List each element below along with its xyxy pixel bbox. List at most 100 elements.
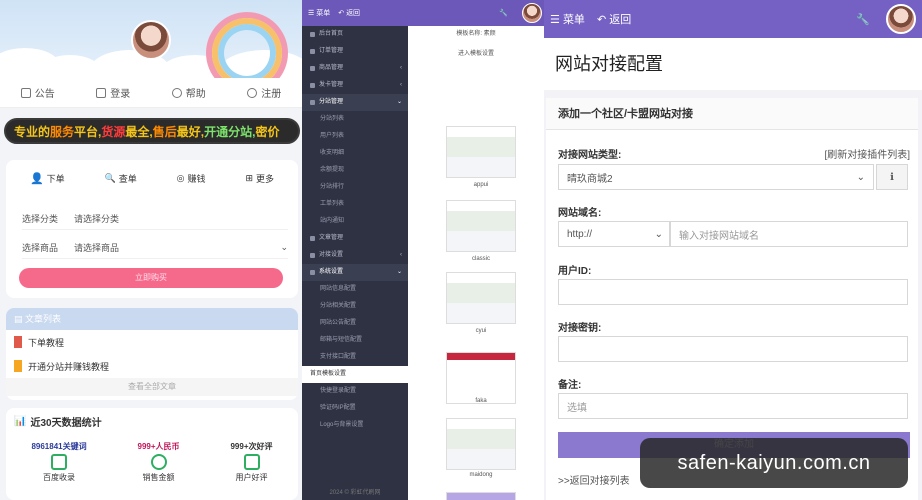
article-marker-icon xyxy=(14,360,22,372)
sidebar-item[interactable]: 网站信息配置 xyxy=(302,281,408,298)
back-button[interactable]: ↶ 返回 xyxy=(597,11,631,27)
sidebar-item[interactable]: 余额提现 xyxy=(302,162,408,179)
view-all-articles-link[interactable]: 查看全部文章 xyxy=(6,378,298,396)
template-thumbnail[interactable] xyxy=(446,126,516,178)
sidebar-item[interactable]: 订单管理 xyxy=(302,43,408,60)
sidebar-item[interactable]: Logo与背景设置 xyxy=(302,417,408,434)
sidebar-item[interactable]: 验证码IP配置 xyxy=(302,400,408,417)
key-input[interactable] xyxy=(558,336,908,362)
domain-input[interactable]: 输入对接网站域名 xyxy=(670,221,908,247)
sidebar-item[interactable]: 邮箱与短信配置 xyxy=(302,332,408,349)
sidebar-item[interactable]: 商品管理 ‹ xyxy=(302,60,408,77)
nav-login[interactable]: 登录 xyxy=(96,85,130,100)
menu-button[interactable]: ☰ 菜单 xyxy=(308,8,330,18)
sidebar-item[interactable]: 用户列表 xyxy=(302,128,408,145)
menu-icon: ☰ xyxy=(550,14,560,26)
sidebar-item[interactable]: 发卡管理 ‹ xyxy=(302,77,408,94)
tab-more[interactable]: ⊞ 更多 xyxy=(245,172,274,185)
grid-icon: ⊞ xyxy=(245,173,253,183)
menu-icon: ☰ xyxy=(308,10,315,17)
sidebar-item[interactable]: 分站管理 ⌄ xyxy=(302,94,408,111)
sidebar-item-label: 验证码IP配置 xyxy=(320,405,356,411)
sidebar-item[interactable]: 对接设置 ‹ xyxy=(302,247,408,264)
tab-earn[interactable]: ◎ 赚钱 xyxy=(177,172,206,185)
sidebar-item-label: 网站信息配置 xyxy=(320,286,357,292)
chevron-down-icon: ⌄ xyxy=(856,171,865,183)
sidebar-item[interactable]: 文章管理 xyxy=(302,230,408,247)
refresh-plugins-link[interactable]: [刷新对接插件列表] xyxy=(824,146,910,161)
sidebar-item[interactable]: 分站相关配置 xyxy=(302,298,408,315)
sidebar-item[interactable]: 网站公告配置 xyxy=(302,315,408,332)
nav-register[interactable]: 注册 xyxy=(247,85,281,100)
template-thumbnail[interactable] xyxy=(446,352,516,404)
admin-avatar[interactable] xyxy=(522,3,542,23)
user-id-input[interactable] xyxy=(558,279,908,305)
buy-now-button[interactable]: 立即购买 xyxy=(19,268,283,288)
sidebar-item-label: Logo与背景设置 xyxy=(320,422,364,428)
enter-template-settings-link[interactable]: 进入模板设置 xyxy=(408,48,544,57)
sidebar-item[interactable]: 收支明细 xyxy=(302,145,408,162)
protocol-select[interactable]: http:// ⌄ xyxy=(558,221,670,247)
sidebar-item-label: 订单管理 xyxy=(319,48,344,54)
tab-order[interactable]: 👤 下单 xyxy=(30,172,65,185)
sidebar-item[interactable]: 分站排行 xyxy=(302,179,408,196)
stat-item: 8961841关键词 百度收录 xyxy=(31,442,87,482)
back-icon: ↶ xyxy=(596,14,607,26)
stats-title: 📊 近30天数据统计 xyxy=(14,416,102,429)
template-thumbnail[interactable] xyxy=(446,492,516,500)
info-button[interactable]: ℹ xyxy=(876,164,908,190)
template-label: maidong xyxy=(469,472,493,478)
chevron-icon: ‹ xyxy=(400,252,402,258)
sidebar-item[interactable]: 后台首页 xyxy=(302,26,408,43)
back-to-list-link[interactable]: >>返回对接列表 xyxy=(558,472,630,487)
sidebar-item[interactable]: 首页模板设置 xyxy=(302,366,408,383)
sidebar-icon xyxy=(310,32,315,37)
chevron-down-icon: ⌄ xyxy=(280,242,288,252)
article-item[interactable]: 开通分站并赚钱教程 xyxy=(6,354,298,378)
current-template-name: 模板名称: 素颜 xyxy=(456,31,496,37)
notice-text: 最好, xyxy=(176,124,205,139)
sidebar-item[interactable]: 工单列表 xyxy=(302,196,408,213)
menu-button[interactable]: ☰ 菜单 xyxy=(550,11,585,27)
template-thumbnail[interactable] xyxy=(446,418,516,470)
watermark-overlay: safen-kaiyun.com.cn xyxy=(640,438,908,488)
admin-template-panel: ☰ 菜单 ↶ 返回 🔧 后台首页 订单管理 商品管理 ‹ 发卡管理 ‹ 分站管理 ⌄ 分站列表用… xyxy=(302,0,544,500)
sidebar-item[interactable]: 支付接口配置 xyxy=(302,349,408,366)
help-icon xyxy=(171,87,182,98)
form-title: 添加一个社区/卡盟网站对接 xyxy=(546,98,918,130)
remark-input[interactable]: 选填 xyxy=(558,393,908,419)
top-nav: 公告 登录 帮助 注册 xyxy=(0,78,302,108)
wrench-icon[interactable]: 🔧 xyxy=(499,9,508,17)
template-thumbnail[interactable] xyxy=(446,200,516,252)
tab-query[interactable]: 🔍 查单 xyxy=(105,172,137,185)
product-select[interactable]: 选择商品 请选择商品 ⌄ xyxy=(22,237,288,259)
register-icon xyxy=(247,87,258,98)
login-icon xyxy=(96,87,107,98)
nav-help[interactable]: 帮助 xyxy=(171,85,206,100)
sidebar-item-label: 发卡管理 xyxy=(319,82,344,88)
wrench-icon[interactable]: 🔧 xyxy=(856,13,870,26)
sidebar-icon xyxy=(310,253,315,258)
sidebar-item[interactable]: 系统设置 ⌄ xyxy=(302,264,408,281)
coin-icon: ◎ xyxy=(176,173,185,183)
sidebar-item[interactable]: 分站列表 xyxy=(302,111,408,128)
article-item[interactable]: 下单教程 xyxy=(6,330,298,354)
category-select[interactable]: 选择分类 请选择分类 xyxy=(22,208,288,230)
chevron-down-icon: ⌄ xyxy=(654,228,663,240)
sidebar-item[interactable]: 站内通知 xyxy=(302,213,408,230)
site-type-select[interactable]: 晴玖商城2 ⌄ xyxy=(558,164,874,190)
sidebar-item-label: 站内通知 xyxy=(320,218,345,224)
calendar-check-icon xyxy=(51,454,68,470)
chevron-icon: ‹ xyxy=(400,82,402,88)
template-thumbnail[interactable] xyxy=(446,272,516,324)
nav-announcement[interactable]: 公告 xyxy=(20,85,55,100)
sidebar-item-label: 商品管理 xyxy=(319,65,344,71)
sidebar-icon xyxy=(310,49,315,54)
admin-sidebar: 后台首页 订单管理 商品管理 ‹ 发卡管理 ‹ 分站管理 ⌄ 分站列表 用户列表 收支明细 余额提现分… xyxy=(302,26,408,500)
template-label: appui xyxy=(473,182,489,188)
user-avatar[interactable] xyxy=(886,4,916,34)
back-button[interactable]: ↶ 返回 xyxy=(338,8,360,18)
article-marker-icon xyxy=(14,336,22,348)
sidebar-item[interactable]: 快捷登录配置 xyxy=(302,383,408,400)
sidebar-item-label: 分站相关配置 xyxy=(320,303,357,309)
